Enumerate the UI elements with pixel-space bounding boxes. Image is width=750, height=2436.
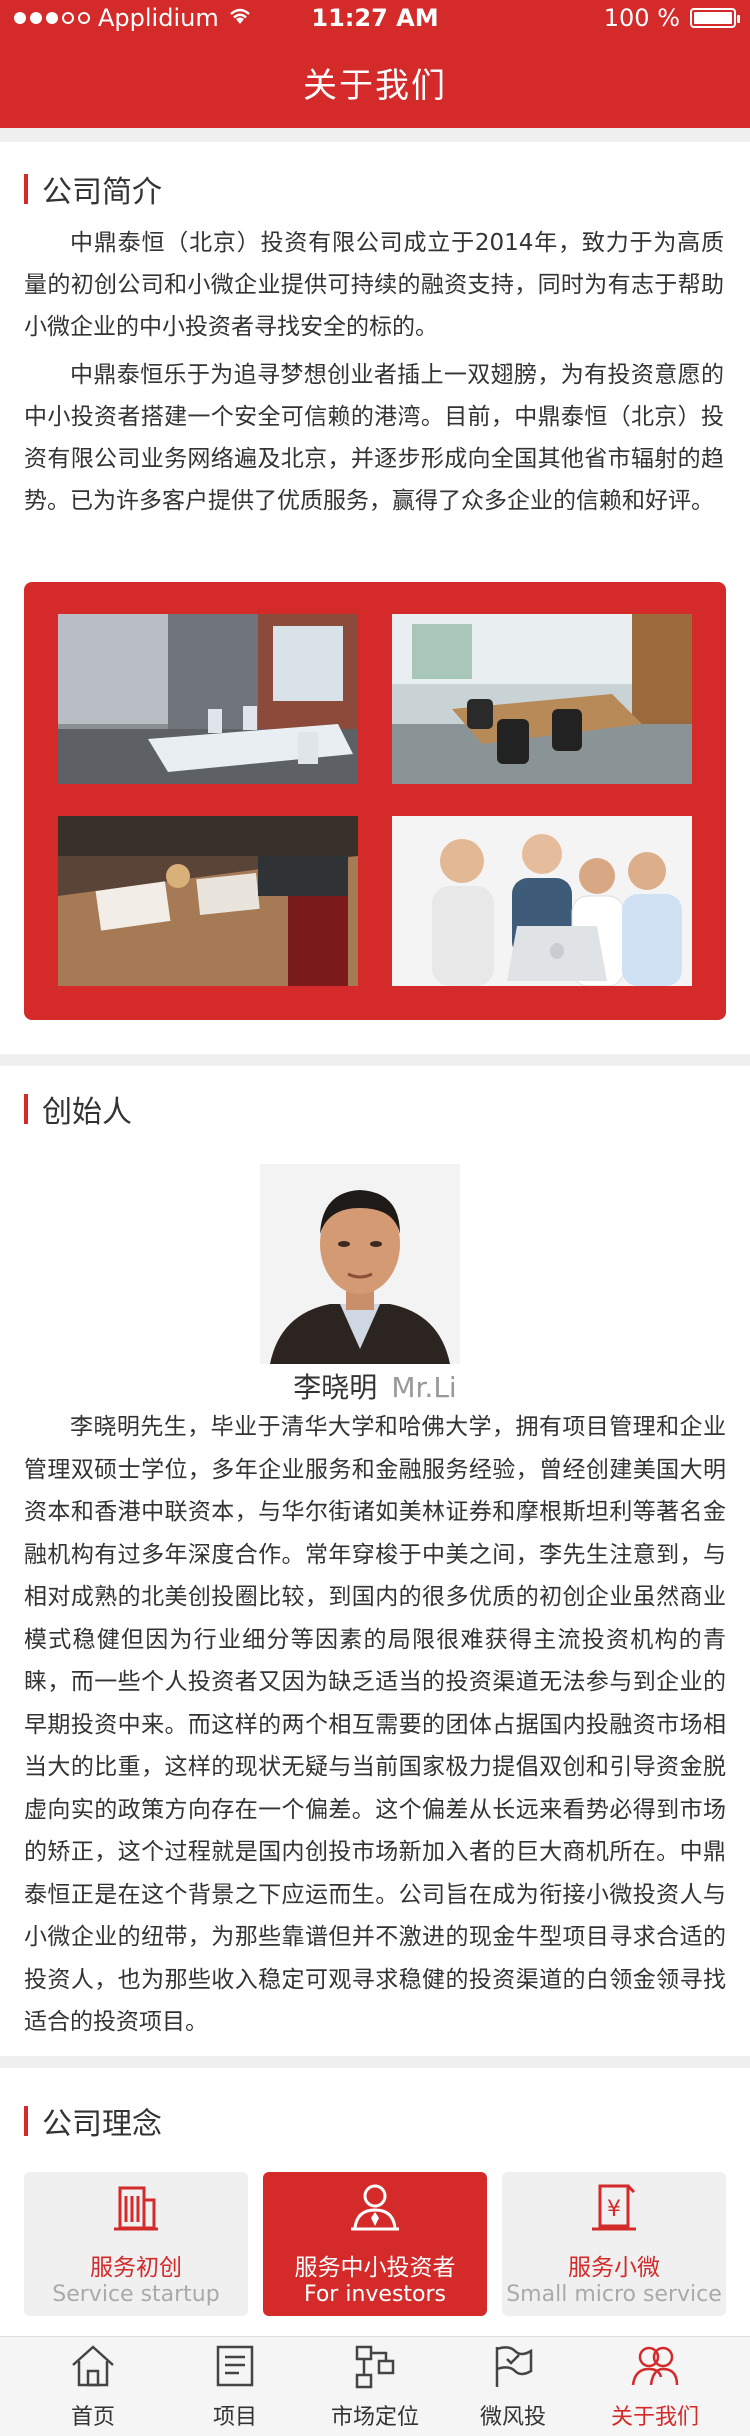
intro-section: 公司简介 中鼎泰恒（北京）投资有限公司成立于2014年，致力于为高质量的初创公司… [0, 142, 750, 1054]
tab-home[interactable]: 首页 [18, 2337, 168, 2436]
document-list-icon [160, 2343, 310, 2393]
people-icon [580, 2343, 730, 2393]
card-service-startup[interactable]: 服务初创 Service startup [24, 2172, 248, 2316]
tab-micro-investment[interactable]: 微风投 [438, 2337, 588, 2436]
tab-label: 微风投 [479, 2405, 546, 2430]
philosophy-heading: 公司理念 [24, 2104, 162, 2142]
flag-icon [438, 2343, 588, 2393]
card-for-investors[interactable]: 服务中小投资者 For investors [263, 2172, 487, 2316]
intro-heading: 公司简介 [24, 172, 162, 210]
building-icon [24, 2182, 248, 2234]
card-small-micro-service[interactable]: ¥ 服务小微 Small micro service [502, 2172, 726, 2316]
tab-label: 首页 [70, 2405, 115, 2430]
tab-market-position[interactable]: 市场定位 [300, 2337, 450, 2436]
tab-projects[interactable]: 项目 [160, 2337, 310, 2436]
founder-heading-label: 创始人 [42, 1095, 132, 1130]
photo-gallery [24, 582, 726, 1020]
document-yuan-icon: ¥ [502, 2182, 726, 2234]
home-icon [18, 2343, 168, 2393]
founder-bio: 李晓明先生，毕业于清华大学和哈佛大学，拥有项目管理和企业管理双硕士学位，多年企业… [24, 1414, 726, 2035]
tab-label: 项目 [212, 2405, 257, 2430]
svg-text:¥: ¥ [607, 2197, 621, 2222]
heading-accent-bar [24, 1094, 28, 1124]
founder-name-en: Mr.Li [391, 1371, 457, 1404]
intro-paragraph-1: 中鼎泰恒（北京）投资有限公司成立于2014年，致力于为高质量的初创公司和小微企业… [24, 230, 724, 340]
office-desks-photo [392, 614, 692, 784]
heading-accent-bar [24, 2106, 28, 2136]
intro-heading-label: 公司简介 [42, 175, 162, 210]
battery-icon [690, 8, 740, 28]
investor-icon [263, 2182, 487, 2234]
founder-name-cn: 李晓明 [293, 1371, 378, 1404]
app-header: Applidium 11:27 AM 100 % 关于我们 [0, 0, 750, 128]
founder-name: 李晓明 Mr.Li [0, 1366, 750, 1406]
status-bar: Applidium 11:27 AM 100 % [0, 0, 750, 40]
philosophy-heading-label: 公司理念 [42, 2107, 162, 2142]
intro-paragraph-2: 中鼎泰恒乐于为追寻梦想创业者插上一双翅膀，为有投资意愿的中小投资者搭建一个安全可… [24, 362, 724, 514]
founder-section: 创始人 李晓明 Mr.Li 李晓明先生，毕业于清华大学和哈佛大学，拥有项目管理和企… [0, 1066, 750, 2056]
tab-label: 关于我们 [610, 2405, 699, 2430]
page-title: 关于我们 [303, 66, 447, 106]
battery-percent: 100 % [603, 4, 680, 32]
founder-heading: 创始人 [24, 1092, 132, 1130]
workspace-table-photo [58, 816, 358, 986]
philosophy-cards: 服务初创 Service startup 服务中小投资者 For investo… [24, 2172, 726, 2316]
card-title-cn: 服务小微 [568, 2255, 660, 2281]
card-title-en: Service startup [52, 2282, 220, 2307]
heading-accent-bar [24, 174, 28, 204]
office-meeting-room-photo [58, 614, 358, 784]
card-title-en: For investors [303, 2282, 447, 2307]
philosophy-section: 公司理念 服务初创 Service startup 服务中小投资者 For in… [0, 2068, 750, 2336]
bottom-tab-bar: 首页 项目 市场定位 微风投 关于我们 [0, 2336, 750, 2436]
tab-about-us[interactable]: 关于我们 [580, 2337, 730, 2436]
network-icon [300, 2343, 450, 2393]
team-laptop-photo [392, 816, 692, 986]
card-title-cn: 服务中小投资者 [294, 2255, 456, 2281]
card-title-cn: 服务初创 [90, 2255, 182, 2281]
tab-label: 市场定位 [330, 2405, 419, 2430]
founder-portrait [260, 1164, 460, 1364]
card-title-en: Small micro service [506, 2282, 722, 2307]
